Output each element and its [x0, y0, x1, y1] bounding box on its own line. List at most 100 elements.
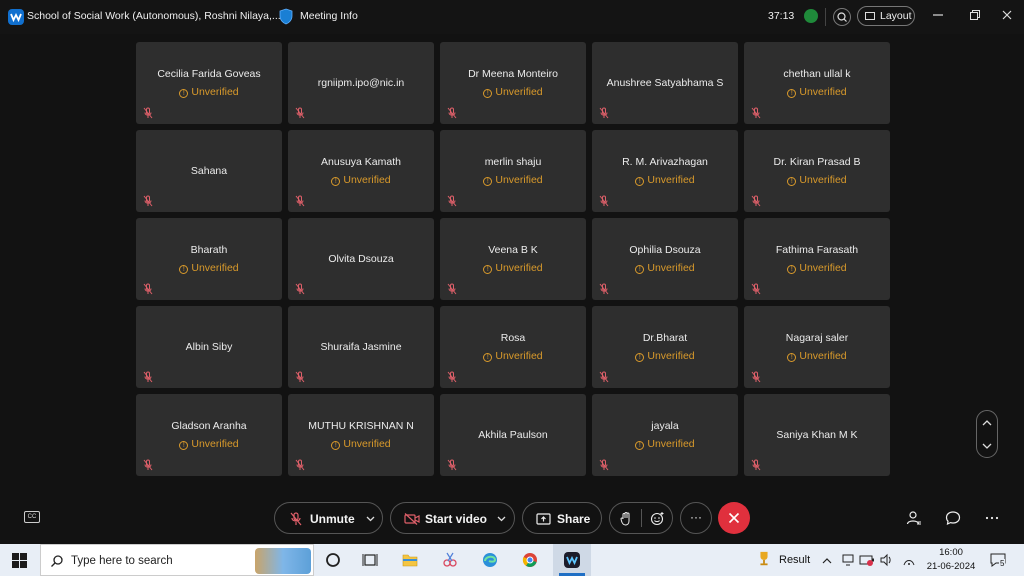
snipping-tool-icon[interactable]	[442, 552, 458, 568]
windows-start-icon[interactable]	[12, 553, 27, 568]
warning-icon: !	[179, 89, 189, 98]
network-icon[interactable]	[902, 553, 916, 567]
task-view-icon[interactable]	[362, 552, 378, 568]
meeting-timer: 37:13	[768, 10, 795, 22]
participant-name: Gladson Aranha	[171, 420, 247, 432]
unverified-label: Unverified	[495, 174, 543, 186]
file-explorer-icon[interactable]	[402, 552, 418, 568]
webex-taskbar-button[interactable]	[553, 544, 591, 576]
raise-hand-icon[interactable]	[620, 511, 632, 526]
mic-muted-icon	[599, 107, 609, 119]
unverified-label: Unverified	[343, 174, 391, 186]
participant-name: MUTHU KRISHNAN N	[308, 420, 414, 432]
meeting-info-link[interactable]: Meeting Info	[300, 10, 358, 22]
participant-tile[interactable]: Bharath! Unverified	[136, 218, 282, 300]
warning-icon: !	[787, 265, 797, 274]
participant-tile[interactable]: Veena B K! Unverified	[440, 218, 586, 300]
participant-tile[interactable]: Olvita Dsouza	[288, 218, 434, 300]
participant-tile[interactable]: Cecilia Farida Goveas! Unverified	[136, 42, 282, 124]
unverified-badge: ! Unverified	[592, 350, 738, 362]
participant-tile[interactable]: rgniipm.ipo@nic.in	[288, 42, 434, 124]
grid-scroller[interactable]	[976, 410, 998, 458]
unmute-button[interactable]: Unmute	[274, 502, 383, 534]
result-label[interactable]: Result	[779, 554, 810, 566]
network-status-icon[interactable]	[804, 9, 818, 23]
close-icon[interactable]	[1000, 8, 1014, 22]
windows-taskbar: Type here to search Result 16:00 21-06-2…	[0, 544, 1024, 576]
cortana-icon[interactable]	[325, 552, 341, 568]
divider	[825, 8, 826, 26]
participant-tile[interactable]: merlin shaju! Unverified	[440, 130, 586, 212]
participant-name: Cecilia Farida Goveas	[157, 68, 261, 80]
unverified-label: Unverified	[647, 262, 695, 274]
unverified-label: Unverified	[495, 86, 543, 98]
zoom-icon[interactable]	[833, 8, 851, 26]
mic-muted-icon	[447, 107, 457, 119]
notification-center-icon[interactable]: 5	[990, 552, 1006, 568]
participant-tile[interactable]: MUTHU KRISHNAN N! Unverified	[288, 394, 434, 476]
mic-muted-icon	[447, 371, 457, 383]
edge-browser-icon[interactable]	[482, 552, 498, 568]
mic-muted-icon	[295, 195, 305, 207]
closed-caption-icon[interactable]: CC	[24, 511, 40, 523]
unverified-label: Unverified	[647, 174, 695, 186]
clock-time: 16:00	[939, 547, 963, 558]
taskbar-clock[interactable]: 16:00 21-06-2024	[922, 547, 980, 572]
share-button[interactable]: Share	[522, 502, 602, 534]
participant-tile[interactable]: Ophilia Dsouza! Unverified	[592, 218, 738, 300]
participant-tile[interactable]: Sahana	[136, 130, 282, 212]
taskbar-search-box[interactable]: Type here to search	[40, 544, 314, 576]
participant-tile[interactable]: Fathima Farasath! Unverified	[744, 218, 890, 300]
warning-icon: !	[635, 441, 645, 450]
chrome-browser-icon[interactable]	[522, 552, 538, 568]
participants-icon[interactable]	[906, 510, 922, 526]
unverified-badge: ! Unverified	[136, 262, 282, 274]
mic-muted-icon	[751, 107, 761, 119]
unverified-label: Unverified	[799, 174, 847, 186]
mic-muted-icon	[143, 371, 153, 383]
battery-icon[interactable]	[859, 553, 875, 567]
participant-tile[interactable]: jayala! Unverified	[592, 394, 738, 476]
emoji-reaction-icon[interactable]	[650, 511, 665, 526]
participant-tile[interactable]: Shuraifa Jasmine	[288, 306, 434, 388]
participant-tile[interactable]: Albin Siby	[136, 306, 282, 388]
chevron-down-icon[interactable]	[366, 516, 375, 522]
minimize-icon[interactable]	[931, 8, 945, 22]
chevron-down-icon[interactable]	[497, 516, 506, 522]
participant-tile[interactable]: Saniya Khan M K	[744, 394, 890, 476]
unmute-label: Unmute	[310, 512, 355, 526]
participant-tile[interactable]: R. M. Arivazhagan! Unverified	[592, 130, 738, 212]
start-video-button[interactable]: Start video	[390, 502, 515, 534]
participant-tile[interactable]: Gladson Aranha! Unverified	[136, 394, 282, 476]
participant-name: Anusuya Kamath	[321, 156, 401, 168]
participant-tile[interactable]: Anusuya Kamath! Unverified	[288, 130, 434, 212]
participant-tile[interactable]: chethan ullal k! Unverified	[744, 42, 890, 124]
restore-icon[interactable]	[968, 8, 982, 22]
end-call-button[interactable]	[718, 502, 750, 534]
participant-tile[interactable]: Dr. Kiran Prasad B! Unverified	[744, 130, 890, 212]
chevron-up-icon[interactable]	[822, 557, 832, 564]
chevron-down-icon[interactable]	[982, 442, 992, 450]
more-options-button[interactable]: ···	[680, 502, 712, 534]
chat-icon[interactable]	[945, 510, 961, 526]
warning-icon: !	[179, 441, 189, 450]
unverified-badge: ! Unverified	[744, 262, 890, 274]
chevron-up-icon[interactable]	[982, 419, 992, 427]
participant-name: merlin shaju	[484, 156, 542, 168]
mic-muted-icon	[295, 459, 305, 471]
device-icon[interactable]	[841, 553, 855, 567]
layout-button[interactable]: Layout	[857, 6, 915, 26]
shield-icon[interactable]	[279, 8, 293, 25]
warning-icon: !	[787, 177, 797, 186]
unverified-label: Unverified	[799, 350, 847, 362]
start-video-label: Start video	[425, 512, 488, 526]
participant-tile[interactable]: Anushree Satyabhama S	[592, 42, 738, 124]
more-icon[interactable]	[984, 510, 1000, 526]
participant-tile[interactable]: Nagaraj saler! Unverified	[744, 306, 890, 388]
participant-tile[interactable]: Dr Meena Monteiro! Unverified	[440, 42, 586, 124]
participant-tile[interactable]: Dr.Bharat! Unverified	[592, 306, 738, 388]
participant-tile[interactable]: Rosa! Unverified	[440, 306, 586, 388]
unverified-label: Unverified	[495, 350, 543, 362]
speaker-icon[interactable]	[879, 553, 893, 567]
participant-tile[interactable]: Akhila Paulson	[440, 394, 586, 476]
